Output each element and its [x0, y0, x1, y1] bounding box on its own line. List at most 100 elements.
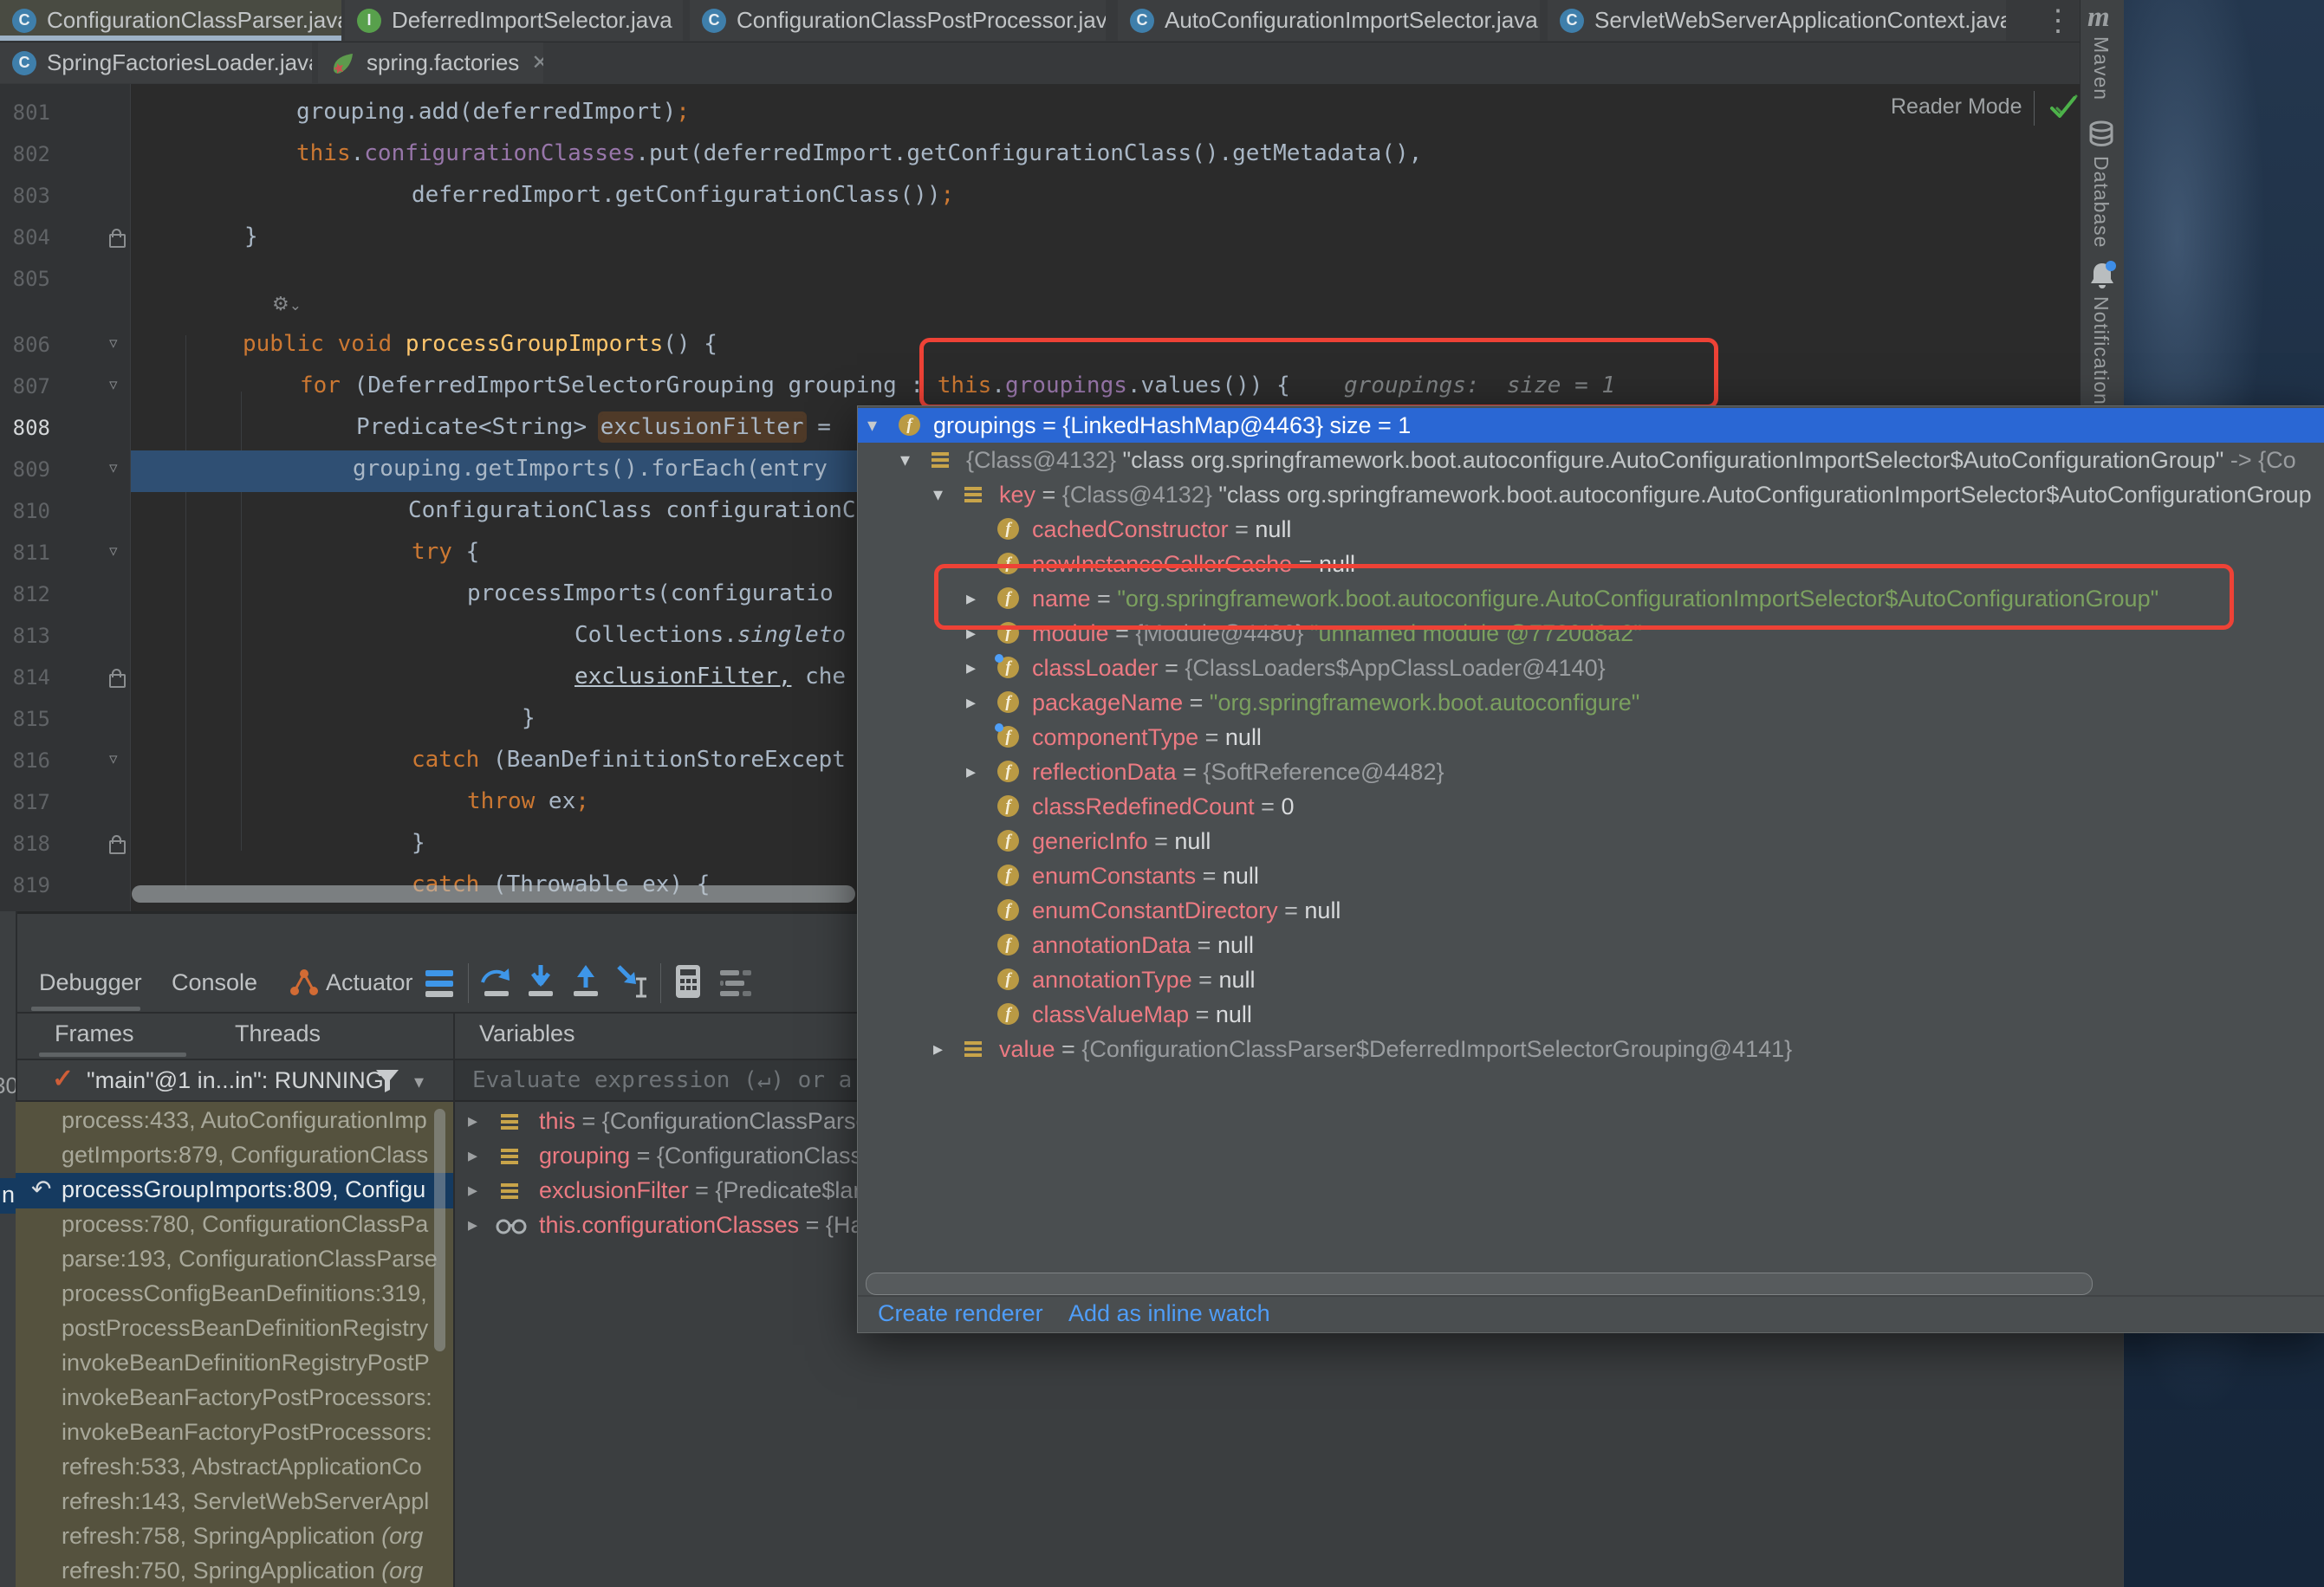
expand-chevron-icon[interactable]: ▸ [468, 1214, 477, 1236]
expand-chevron-icon[interactable]: ▸ [966, 691, 976, 714]
expand-chevron-icon[interactable]: ▸ [468, 1110, 477, 1132]
step-out-icon[interactable] [570, 963, 601, 1001]
variable-row-segment: = [1035, 482, 1062, 508]
tab-console[interactable]: Console [172, 969, 257, 996]
add-inline-watch-link[interactable]: Add as inline watch [1068, 1300, 1270, 1327]
stack-frame-row[interactable]: invokeBeanFactoryPostProcessors: [62, 1384, 443, 1411]
variable-row-segment: {ClassLoaders$AppClassLoader@4140} [1185, 655, 1605, 681]
subtab-threads[interactable]: Threads [235, 1020, 321, 1047]
close-icon[interactable]: ✕ [531, 50, 543, 75]
editor-tab[interactable]: CServletWebServerApplicationContext.java… [1548, 0, 2006, 41]
variable-tree-row[interactable]: ▸value = {ConfigurationClassParser$Defer… [858, 1032, 2324, 1066]
object-value-icon [964, 1041, 982, 1057]
variable-tree-row[interactable]: ▸fpackageName = "org.springframework.boo… [858, 685, 2324, 720]
expand-chevron-icon[interactable]: ▸ [468, 1144, 477, 1167]
evaluate-expression-icon[interactable] [672, 963, 704, 1001]
stack-frame-row[interactable]: postProcessBeanDefinitionRegistry [62, 1315, 443, 1342]
subtab-frames[interactable]: Frames [55, 1020, 134, 1047]
variable-inspection-popup[interactable]: ▾fgroupings = {LinkedHashMap@4463} size … [857, 405, 2324, 1333]
gear-inlay-icon[interactable]: ⚙⌄ [272, 293, 302, 315]
step-over-icon[interactable] [479, 963, 514, 1001]
stack-frame-row[interactable]: invokeBeanDefinitionRegistryPostP [62, 1350, 443, 1376]
expand-chevron-icon[interactable]: ▸ [966, 657, 976, 679]
variable-row[interactable]: this.configurationClasses = {Ha [539, 1212, 863, 1239]
variable-tree-row[interactable]: fenumConstants = null [858, 858, 2324, 893]
field-icon: f [997, 657, 1019, 678]
tab-options-kebab-icon[interactable]: ⋮ [2043, 3, 2073, 38]
stack-frame-row[interactable]: refresh:143, ServletWebServerAppl [62, 1488, 443, 1515]
editor-horizontal-scrollbar[interactable] [132, 885, 855, 903]
thread-dropdown-chevron-icon[interactable]: ▾ [414, 1071, 424, 1093]
variable-tree-row[interactable]: fclassRedefinedCount = 0 [858, 789, 2324, 824]
expand-chevron-icon[interactable]: ▾ [900, 449, 910, 471]
variable-row[interactable]: grouping = {ConfigurationClass [539, 1143, 862, 1169]
variable-tree-row[interactable]: ▸fclassLoader = {ClassLoaders$AppClassLo… [858, 651, 2324, 685]
variable-tree-row[interactable]: fannotationType = null [858, 962, 2324, 997]
variable-tree-row[interactable]: fclassValueMap = null [858, 997, 2324, 1032]
expand-chevron-icon[interactable]: ▸ [933, 1038, 943, 1060]
variable-tree-row[interactable]: fannotationData = null [858, 928, 2324, 962]
variable-tree-row[interactable]: ▾{Class@4132} "class org.springframework… [858, 443, 2324, 477]
code-segment: ; [676, 99, 690, 125]
create-renderer-link[interactable]: Create renderer [878, 1300, 1043, 1327]
expand-chevron-icon[interactable]: ▾ [933, 483, 943, 506]
run-to-cursor-icon[interactable] [615, 963, 653, 1001]
bell-icon[interactable] [2087, 260, 2118, 291]
expand-chevron-icon[interactable]: ▸ [966, 761, 976, 783]
variable-row-text: enumConstants = null [1032, 863, 1259, 890]
tab-debugger[interactable]: Debugger [39, 969, 142, 996]
editor-tab[interactable]: spring.factories✕ [318, 42, 543, 83]
variable-row-segment: = [1148, 828, 1175, 854]
editor-tab[interactable]: CAutoConfigurationImportSelector.java✕ [1118, 0, 1540, 41]
filter-funnel-icon[interactable] [373, 1066, 402, 1095]
editor-tab[interactable]: CSpringFactoriesLoader.java✕ [0, 42, 312, 83]
thread-selector[interactable]: "main"@1 in...in": RUNNING [87, 1067, 384, 1094]
stack-frame-row[interactable]: processConfigBeanDefinitions:319, [62, 1280, 443, 1307]
code-segment: (BeanDefinitionStoreExcept [479, 747, 846, 773]
variable-row-text: genericInfo = null [1032, 828, 1211, 855]
field-icon: f [997, 899, 1019, 921]
expand-chevron-icon[interactable]: ▾ [867, 414, 877, 437]
stack-frame-row[interactable]: process:780, ConfigurationClassPa [62, 1211, 443, 1238]
expand-chevron-icon[interactable]: ▸ [468, 1179, 477, 1202]
layout-settings-icon[interactable] [718, 967, 753, 1000]
variable-tree-row[interactable]: ▾fgroupings = {LinkedHashMap@4463} size … [858, 408, 2324, 443]
debug-actions-menu-icon[interactable] [424, 967, 455, 1000]
tool-button-notifications[interactable]: Notifications [2089, 296, 2113, 416]
database-icon[interactable] [2087, 120, 2116, 149]
variable-value: = {ConfigurationClass [630, 1143, 862, 1169]
variable-tree-row[interactable]: fgenericInfo = null [858, 824, 2324, 858]
inspections-ok-check-icon[interactable] [2045, 89, 2080, 126]
variable-tree-row[interactable]: fcomponentType = null [858, 720, 2324, 755]
step-into-icon[interactable] [525, 963, 556, 1001]
variable-tree-row[interactable]: fcachedConstructor = null [858, 512, 2324, 547]
variable-row[interactable]: this = {ConfigurationClassParse [539, 1108, 868, 1135]
variable-row[interactable]: exclusionFilter = {Predicate$lan [539, 1177, 866, 1204]
popup-horizontal-scrollbar[interactable] [866, 1273, 2093, 1295]
maven-icon[interactable]: m [2087, 2, 2110, 34]
stack-frame-row[interactable]: invokeBeanFactoryPostProcessors: [62, 1419, 443, 1446]
variable-tree-row[interactable]: ▸freflectionData = {SoftReference@4482} [858, 755, 2324, 789]
line-number: 804 [0, 225, 50, 249]
stack-frame-row[interactable]: refresh:750, SpringApplication (org [62, 1558, 443, 1584]
editor-tab[interactable]: CConfigurationClassPostProcessor.java✕ [690, 0, 1106, 41]
stack-frame-row[interactable]: getImports:879, ConfigurationClass [62, 1142, 443, 1169]
variable-row-segment: classValueMap [1032, 1001, 1189, 1027]
frames-scrollbar[interactable] [434, 1109, 445, 1351]
tab-actuator[interactable]: Actuator [326, 969, 413, 996]
reader-mode-label[interactable]: Reader Mode [1891, 94, 2022, 120]
stack-frame-row[interactable]: process:433, AutoConfigurationImp [62, 1107, 443, 1134]
object-value-icon [501, 1183, 518, 1199]
tab-label: DeferredImportSelector.java [392, 7, 672, 34]
variable-tree-row[interactable]: fenumConstantDirectory = null [858, 893, 2324, 928]
stack-frame-row[interactable]: refresh:758, SpringApplication (org [62, 1523, 443, 1550]
tool-button-database[interactable]: Database [2089, 156, 2113, 248]
editor-tab[interactable]: IDeferredImportSelector.java✕ [345, 0, 683, 41]
stack-frame-row[interactable]: processGroupImports:809, Configu [62, 1176, 443, 1203]
stack-frame-row[interactable]: parse:193, ConfigurationClassParse [62, 1246, 443, 1273]
code-line: public void processGroupImports() { [243, 331, 717, 357]
variable-tree-row[interactable]: ▾key = {Class@4132} "class org.springfra… [858, 477, 2324, 512]
tool-button-maven[interactable]: Maven [2089, 36, 2113, 100]
stack-frame-row[interactable]: refresh:533, AbstractApplicationCo [62, 1454, 443, 1480]
editor-tab[interactable]: CConfigurationClassParser.java✕ [0, 0, 341, 41]
